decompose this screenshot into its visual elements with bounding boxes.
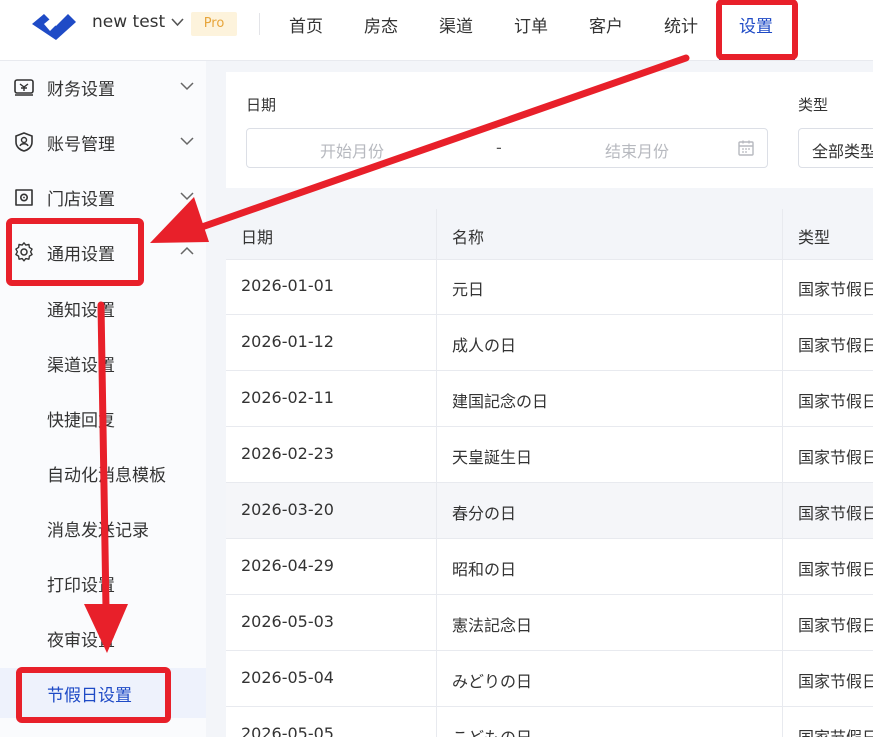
nav-customers[interactable]: 客户: [589, 12, 623, 37]
cell-date: 2026-05-03: [241, 612, 334, 631]
sidebar-subitem-night-audit[interactable]: 夜审设置: [47, 626, 115, 651]
sidebar-item-label: 财务设置: [47, 80, 115, 100]
cell-name: 春分の日: [452, 504, 517, 523]
sidebar-subitem-holidays[interactable]: 节假日设置: [47, 681, 132, 706]
sidebar-subitem-message-log[interactable]: 消息发送记录: [47, 516, 149, 541]
sidebar-item-label: 通用设置: [47, 245, 115, 265]
chevron-down-icon: [171, 18, 184, 27]
cell-name: 昭和の日: [452, 560, 517, 579]
sidebar-item-account[interactable]: 账号管理: [0, 116, 206, 171]
chevron-down-icon: [180, 192, 194, 201]
table-row: 2026-04-29 昭和の日 国家节假日: [226, 539, 873, 595]
type-filter-label: 类型: [798, 96, 829, 114]
nav-room-status[interactable]: 房态: [364, 12, 398, 37]
top-nav-bar: new test Pro 首页 房态 渠道 订单 客户 统计 设置: [0, 0, 873, 61]
sidebar-item-finance[interactable]: 财务设置: [0, 61, 206, 116]
type-select-value: 全部类型: [812, 142, 873, 161]
calendar-icon: [738, 140, 754, 156]
column-header-name: 名称: [452, 228, 485, 247]
cell-type: 国家节假日: [798, 280, 873, 299]
table-row: 2026-02-23 天皇誕生日 国家节假日: [226, 427, 873, 483]
header-divider: [259, 13, 260, 35]
sidebar-item-label: 账号管理: [47, 135, 115, 155]
table-row: 2026-01-01 元日 国家节假日: [226, 259, 873, 315]
cell-name: 成人の日: [452, 336, 517, 355]
month-range-picker[interactable]: 开始月份 - 结束月份: [246, 128, 768, 168]
column-header-date: 日期: [241, 228, 274, 247]
store-icon: [15, 189, 33, 206]
cell-name: 天皇誕生日: [452, 448, 533, 467]
table-row: 2026-05-03 憲法記念日 国家节假日: [226, 595, 873, 651]
nav-statistics[interactable]: 统计: [664, 12, 698, 37]
end-month-placeholder[interactable]: 结束月份: [605, 138, 669, 162]
column-header-type: 类型: [798, 228, 831, 247]
cell-name: 憲法記念日: [452, 616, 533, 635]
cell-type: 国家节假日: [798, 724, 873, 737]
cell-name: 建国記念の日: [452, 392, 549, 411]
cell-name: こどもの日: [452, 724, 532, 737]
cell-type: 国家节假日: [798, 616, 873, 635]
nav-channels[interactable]: 渠道: [439, 12, 473, 37]
cell-type: 国家节假日: [798, 336, 873, 355]
table-row: 2026-02-11 建国記念の日 国家节假日: [226, 371, 873, 427]
chevron-down-icon: [180, 137, 194, 146]
nav-active-indicator: [719, 57, 795, 60]
pro-badge: Pro: [191, 12, 237, 36]
cell-date: 2026-05-05: [241, 724, 334, 737]
nav-home[interactable]: 首页: [289, 12, 323, 37]
sidebar-item-label: 门店设置: [47, 190, 115, 210]
table-row: 2026-05-05 こどもの日 国家节假日: [226, 707, 873, 737]
cell-date: 2026-01-01: [241, 276, 334, 295]
nav-orders[interactable]: 订单: [514, 12, 548, 37]
range-separator: -: [496, 138, 502, 157]
org-switcher[interactable]: new test: [92, 12, 184, 32]
gear-icon: [15, 242, 33, 262]
finance-icon: [14, 79, 34, 96]
table-row: 2026-05-04 みどりの日 国家节假日: [226, 651, 873, 707]
cell-date: 2026-01-12: [241, 332, 334, 351]
table-row: 2026-01-12 成人の日 国家节假日: [226, 315, 873, 371]
start-month-placeholder[interactable]: 开始月份: [320, 138, 384, 162]
org-name: new test: [92, 12, 166, 32]
cell-type: 国家节假日: [798, 392, 873, 411]
chevron-up-icon: [180, 246, 194, 255]
sidebar-subitem-notifications[interactable]: 通知设置: [47, 296, 115, 321]
logo-icon[interactable]: [30, 8, 78, 42]
column-divider: [782, 209, 783, 737]
type-select[interactable]: 全部类型: [798, 128, 873, 168]
sidebar-item-general[interactable]: 通用设置: [0, 226, 206, 281]
sidebar-subitem-quick-replies[interactable]: 快捷回复: [47, 406, 115, 431]
chevron-down-icon: [180, 82, 194, 91]
cell-type: 国家节假日: [798, 672, 873, 691]
cell-date: 2026-05-04: [241, 668, 334, 687]
cell-date: 2026-04-29: [241, 556, 334, 575]
table-header: 日期 名称 类型: [226, 209, 873, 260]
nav-settings[interactable]: 设置: [739, 12, 773, 37]
cell-date: 2026-03-20: [241, 500, 334, 519]
cell-type: 国家节假日: [798, 448, 873, 467]
cell-date: 2026-02-11: [241, 388, 334, 407]
cell-name: 元日: [452, 280, 485, 299]
column-divider: [436, 209, 437, 737]
cell-type: 国家节假日: [798, 504, 873, 523]
sidebar-subitem-auto-message-templates[interactable]: 自动化消息模板: [47, 461, 166, 486]
cell-date: 2026-02-23: [241, 444, 334, 463]
sidebar-subitem-print[interactable]: 打印设置: [47, 571, 115, 596]
account-icon: [15, 132, 33, 152]
sidebar-item-store[interactable]: 门店设置: [0, 171, 206, 226]
date-filter-label: 日期: [246, 96, 277, 114]
cell-name: みどりの日: [452, 672, 533, 691]
holiday-table: 日期 名称 类型 2026-01-01 元日 国家节假日 2026-01-12 …: [226, 209, 873, 737]
sidebar-subitem-channels[interactable]: 渠道设置: [47, 351, 115, 376]
table-row: 2026-03-20 春分の日 国家节假日: [226, 483, 873, 539]
cell-type: 国家节假日: [798, 560, 873, 579]
